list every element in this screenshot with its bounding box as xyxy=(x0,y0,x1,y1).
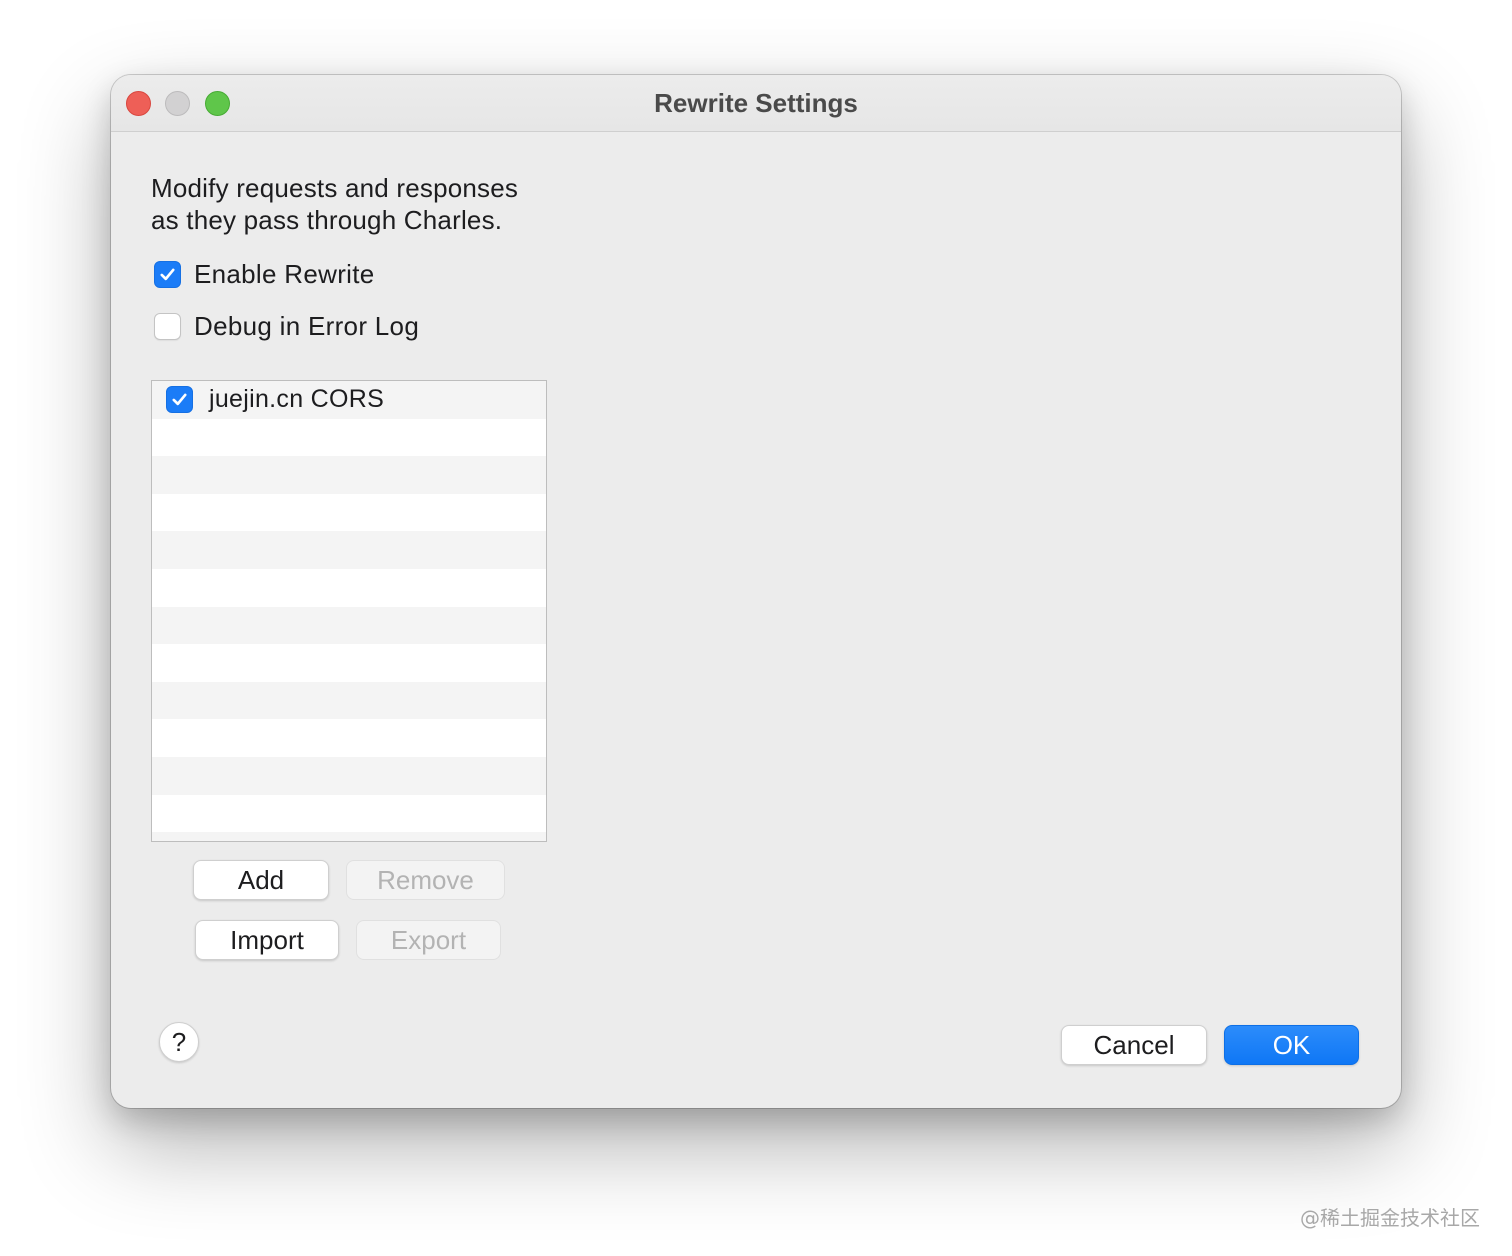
import-button[interactable]: Import xyxy=(195,920,339,960)
empty-list-row xyxy=(152,456,546,494)
enable-rewrite-checkbox[interactable] xyxy=(154,260,181,288)
export-button[interactable]: Export xyxy=(356,920,501,960)
question-mark-icon: ? xyxy=(171,1026,187,1057)
enable-rewrite-option[interactable]: Enable Rewrite xyxy=(154,259,375,289)
empty-list-row xyxy=(152,644,546,682)
empty-list-row xyxy=(152,531,546,569)
cancel-button[interactable]: Cancel xyxy=(1061,1025,1207,1065)
rule-label: juejin.cn CORS xyxy=(209,385,385,414)
empty-list-row xyxy=(152,681,546,720)
rule-enabled-checkbox[interactable] xyxy=(166,386,193,414)
empty-list-row xyxy=(152,494,546,532)
window-title: Rewrite Settings xyxy=(654,88,858,118)
empty-list-row xyxy=(152,756,546,795)
description-line-1: Modify requests and responses xyxy=(151,173,519,203)
description-line-2: as they pass through Charles. xyxy=(151,205,503,235)
checkmark-icon xyxy=(160,268,175,280)
debug-error-log-option[interactable]: Debug in Error Log xyxy=(154,311,419,341)
enable-rewrite-label: Enable Rewrite xyxy=(194,258,375,289)
add-button[interactable]: Add xyxy=(193,860,329,900)
debug-error-log-checkbox[interactable] xyxy=(154,312,181,340)
empty-list-row xyxy=(152,606,546,645)
empty-list-row xyxy=(152,419,546,457)
help-button[interactable]: ? xyxy=(159,1022,199,1062)
title-bar: Rewrite Settings xyxy=(111,75,1401,132)
empty-list-row xyxy=(152,832,546,841)
checkmark-icon xyxy=(172,393,187,406)
rewrite-settings-dialog: Rewrite Settings Modify requests and res… xyxy=(111,75,1401,1108)
description-text: Modify requests and responses as they pa… xyxy=(151,172,518,236)
debug-error-log-label: Debug in Error Log xyxy=(194,310,420,341)
empty-list-row xyxy=(152,569,546,607)
list-item[interactable]: juejin.cn CORS xyxy=(152,381,546,419)
rewrite-rules-list[interactable]: juejin.cn CORS xyxy=(151,380,547,842)
remove-button[interactable]: Remove xyxy=(346,860,505,900)
empty-list-row xyxy=(152,795,546,833)
ok-button[interactable]: OK xyxy=(1224,1025,1359,1065)
empty-list-row xyxy=(152,719,546,757)
watermark-text: @稀土掘金技术社区 xyxy=(1300,1206,1480,1230)
